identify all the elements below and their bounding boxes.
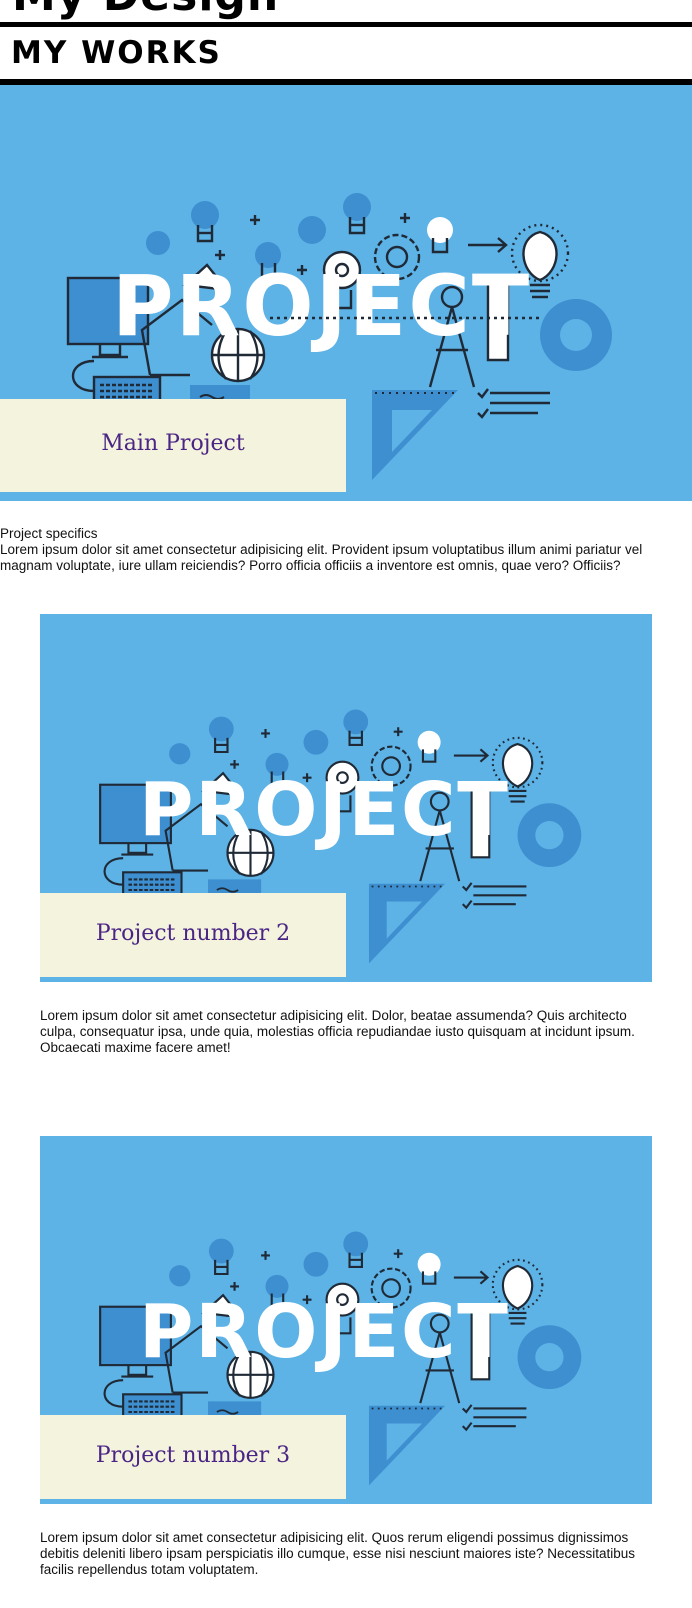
- project-image-text: PROJECT: [139, 1288, 510, 1375]
- project-caption: Project number 3: [95, 1443, 291, 1468]
- project-image-text: PROJECT: [139, 766, 510, 853]
- project-caption: Project number 2: [95, 921, 291, 946]
- works-section-header: MY WORKS: [0, 27, 692, 85]
- project-caption: Main Project: [101, 431, 245, 456]
- site-title: My Design: [12, 0, 279, 21]
- works-heading: MY WORKS: [11, 35, 222, 71]
- caption-box: Main Project: [0, 399, 346, 492]
- project-description: Lorem ipsum dolor sit amet consectetur a…: [40, 1008, 635, 1055]
- project-specifics-label: Project specifics: [0, 526, 98, 541]
- project-description: Lorem ipsum dolor sit amet consectetur a…: [0, 542, 643, 573]
- project-card-main[interactable]: PROJECT Main Project: [0, 85, 692, 501]
- caption-box: Project number 3: [40, 1415, 346, 1499]
- project-card-2[interactable]: PROJECT Project number 2: [40, 614, 652, 982]
- project-description: Lorem ipsum dolor sit amet consectetur a…: [40, 1530, 636, 1577]
- caption-box: Project number 2: [40, 893, 346, 977]
- project-image-text: PROJECT: [112, 257, 531, 355]
- project-card-3[interactable]: PROJECT Project number 3: [40, 1136, 652, 1504]
- site-header: My Design: [0, 0, 692, 27]
